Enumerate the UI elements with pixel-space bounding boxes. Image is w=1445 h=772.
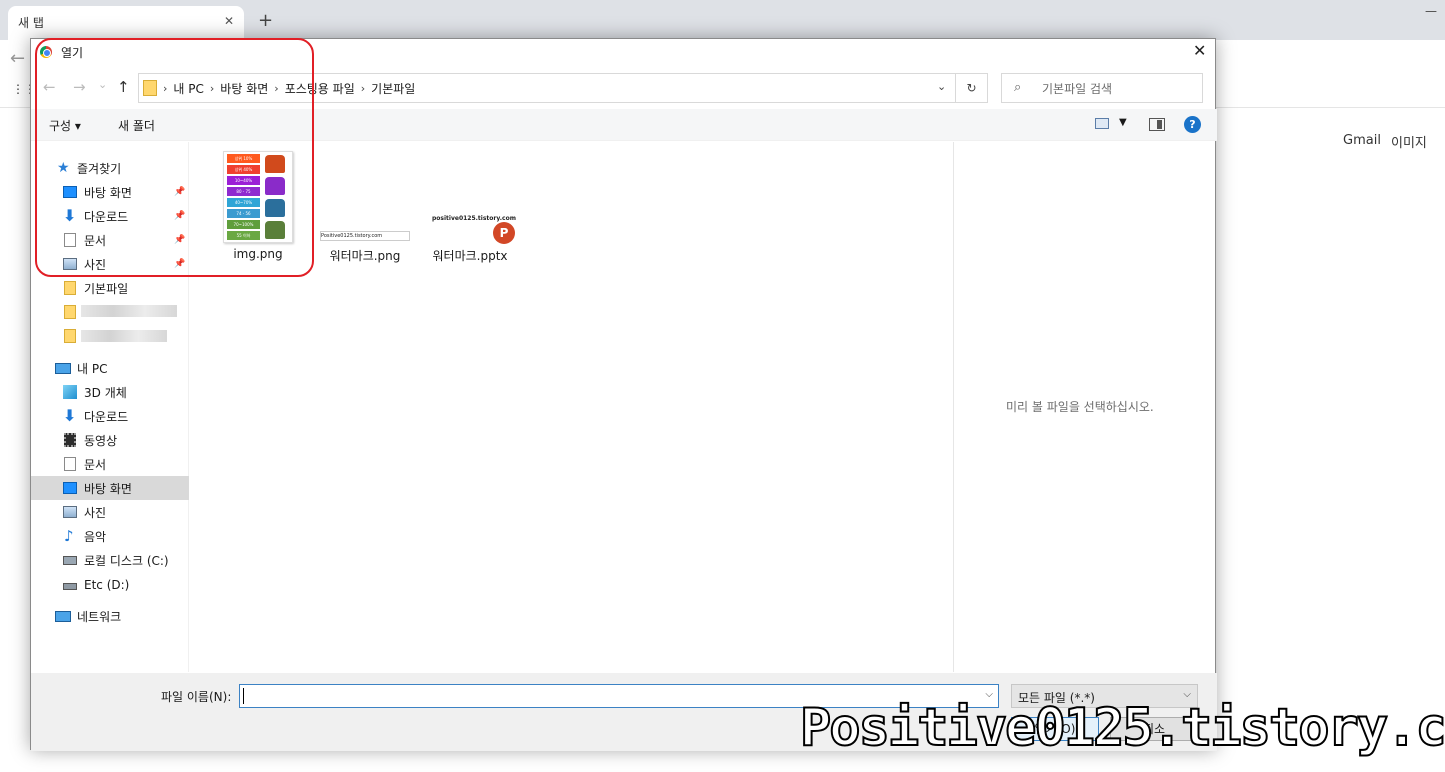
folder-icon — [64, 281, 76, 295]
nav-label: 사진 — [84, 505, 107, 520]
nav-item-downloads-pc[interactable]: ⬇ 다운로드 — [31, 404, 189, 428]
nav-label: 다운로드 — [84, 409, 129, 424]
annotation-highlight — [35, 38, 314, 277]
folder-icon — [64, 329, 76, 343]
new-tab-button[interactable]: + — [258, 10, 273, 31]
nav-item-pictures-pc[interactable]: 사진 — [31, 500, 189, 524]
cube-icon — [63, 385, 77, 399]
nav-item-redacted[interactable] — [31, 300, 189, 324]
help-icon[interactable]: ? — [1184, 116, 1201, 133]
redacted-label — [81, 305, 177, 317]
video-icon — [64, 433, 76, 447]
music-icon: ♪ — [64, 527, 74, 545]
nav-item-music[interactable]: ♪ 음악 — [31, 524, 189, 548]
drive-icon — [63, 583, 77, 590]
search-icon: ⌕ — [1014, 80, 1022, 95]
browser-back-icon[interactable]: ← — [10, 48, 25, 69]
nav-label: 동영상 — [84, 433, 118, 448]
pictures-icon — [63, 506, 77, 518]
breadcrumb-separator: › — [360, 82, 366, 95]
nav-label: 내 PC — [77, 361, 108, 376]
watermark-text: Positive0125.tistory.com — [799, 697, 1445, 759]
nav-this-pc[interactable]: 내 PC — [31, 356, 189, 380]
images-link[interactable]: 이미지 — [1391, 132, 1427, 151]
address-dropdown-icon[interactable]: ⌄ — [937, 80, 946, 93]
redacted-label — [81, 330, 167, 342]
nav-label: Etc (D:) — [84, 578, 130, 592]
nav-network[interactable]: 네트워크 — [31, 604, 189, 628]
download-icon: ⬇ — [63, 406, 77, 425]
nav-item-basefiles[interactable]: 기본파일 — [31, 276, 189, 300]
nav-label: 3D 개체 — [84, 385, 127, 400]
nav-label: 바탕 화면 — [84, 481, 132, 496]
nav-label: 음악 — [84, 529, 107, 544]
tab-close-icon[interactable]: ✕ — [224, 14, 234, 28]
minimize-icon[interactable]: — — [1425, 4, 1437, 18]
refresh-button[interactable]: ↻ — [956, 73, 988, 103]
text-caret — [243, 688, 244, 704]
breadcrumb-item[interactable]: 기본파일 — [371, 80, 415, 97]
nav-item-documents-pc[interactable]: 문서 — [31, 452, 189, 476]
nav-label: 로컬 디스크 (C:) — [84, 553, 169, 568]
nav-label: 기본파일 — [84, 281, 129, 296]
nav-item-videos[interactable]: 동영상 — [31, 428, 189, 452]
nav-label: 네트워크 — [77, 609, 122, 624]
file-thumbnail-pptx-text: positive0125.tistory.com — [432, 215, 516, 222]
nav-item-redacted[interactable] — [31, 324, 189, 348]
preview-pane-icon[interactable] — [1149, 118, 1165, 131]
drive-icon — [63, 556, 77, 565]
file-thumbnail-watermark-png[interactable]: Positive0125.tistory.com — [320, 231, 410, 241]
file-name[interactable]: 워터마크.png — [320, 247, 410, 264]
gmail-link[interactable]: Gmail — [1343, 133, 1381, 148]
search-box[interactable]: ⌕ 기본파일 검색 — [1001, 73, 1203, 103]
desktop-icon — [63, 482, 77, 494]
filename-label: 파일 이름(N): — [161, 690, 232, 704]
computer-icon — [55, 362, 71, 374]
network-icon — [55, 610, 71, 622]
nav-item-drive-c[interactable]: 로컬 디스크 (C:) — [31, 548, 189, 572]
preview-pane: 미리 볼 파일을 선택하십시오. — [953, 142, 1216, 672]
nav-label: 문서 — [84, 457, 107, 472]
browser-tab[interactable]: 새 탭 ✕ — [8, 6, 244, 40]
view-dropdown-icon[interactable]: ▼ — [1119, 117, 1127, 128]
view-options-icon[interactable] — [1095, 118, 1109, 129]
powerpoint-icon[interactable]: P — [493, 222, 515, 244]
tab-title: 새 탭 — [18, 16, 44, 30]
dialog-close-icon[interactable]: ✕ — [1193, 41, 1206, 60]
file-name[interactable]: 워터마크.pptx — [422, 247, 518, 264]
preview-message: 미리 볼 파일을 선택하십시오. — [1006, 400, 1154, 414]
search-input[interactable]: 기본파일 검색 — [1042, 80, 1112, 97]
nav-item-drive-d[interactable]: Etc (D:) — [31, 573, 189, 597]
folder-icon — [64, 305, 76, 319]
document-icon — [64, 457, 76, 471]
nav-item-3d[interactable]: 3D 개체 — [31, 380, 189, 404]
nav-item-desktop-pc[interactable]: 바탕 화면 — [31, 476, 189, 500]
